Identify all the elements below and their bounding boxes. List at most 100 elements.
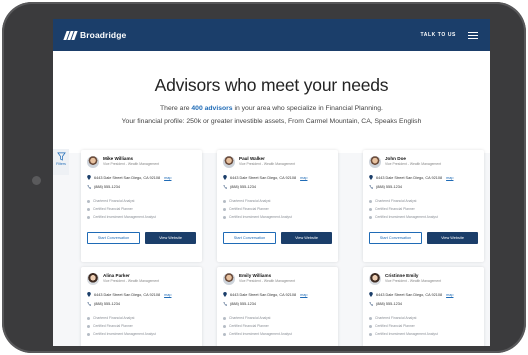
advisor-address: 6443 Dale Street San Diego, CA 92108 map xyxy=(369,175,453,180)
location-pin-icon xyxy=(223,292,227,297)
bullet-icon xyxy=(223,199,226,203)
qualifications-list: Chartered Financial Analyst Certified Fi… xyxy=(369,197,438,221)
qualifications-list: Chartered Financial Analyst Certified Fi… xyxy=(223,197,292,221)
bullet-icon xyxy=(87,215,90,219)
bullet-icon xyxy=(369,332,372,336)
qualification-text: Certified Investment Management Analyst xyxy=(375,215,438,219)
map-link[interactable]: map xyxy=(446,176,453,180)
start-conversation-button[interactable]: Start Conversation xyxy=(369,232,422,244)
map-link[interactable]: map xyxy=(300,176,307,180)
bullet-icon xyxy=(369,316,372,320)
qualifications-list: Chartered Financial Analyst Certified Fi… xyxy=(87,197,156,221)
start-conversation-button[interactable]: Start Conversation xyxy=(223,232,276,244)
home-button[interactable] xyxy=(32,176,41,185)
phone-text[interactable]: (888) 555-1234 xyxy=(94,302,120,306)
advisor-address: 6443 Dale Street San Diego, CA 92108 map xyxy=(369,292,453,297)
results-summary-suffix: in your area who specialize in Financial… xyxy=(232,105,383,112)
map-link[interactable]: map xyxy=(300,293,307,297)
qualification-text: Certified Investment Management Analyst xyxy=(229,215,292,219)
advisor-name[interactable]: Alina Parker xyxy=(103,273,130,278)
start-conversation-button[interactable]: Start Conversation xyxy=(87,232,140,244)
bullet-icon xyxy=(87,316,90,320)
talk-to-us-link[interactable]: TALK TO US xyxy=(420,32,456,38)
qualification-text: Chartered Financial Analyst xyxy=(375,199,417,203)
phone-text[interactable]: (888) 555-1234 xyxy=(376,302,402,306)
bullet-icon xyxy=(369,324,372,328)
location-pin-icon xyxy=(87,175,91,180)
avatar xyxy=(369,156,381,168)
advisor-phone: (888) 555-1234 xyxy=(87,302,120,306)
advisor-title: Vice President - Wealth Management xyxy=(239,162,296,166)
advisor-card: Paul Walker Vice President - Wealth Mana… xyxy=(217,150,338,262)
address-text: 6443 Dale Street San Diego, CA 92108 xyxy=(376,292,443,297)
qualification-item: Chartered Financial Analyst xyxy=(87,314,156,322)
advisor-address: 6443 Dale Street San Diego, CA 92108 map xyxy=(223,175,307,180)
map-link[interactable]: map xyxy=(164,176,171,180)
qualification-text: Chartered Financial Analyst xyxy=(375,316,417,320)
hamburger-menu-icon[interactable] xyxy=(468,31,478,39)
avatar xyxy=(87,156,99,168)
qualification-item: Chartered Financial Analyst xyxy=(87,197,156,205)
view-website-button[interactable]: View Website xyxy=(145,232,196,244)
phone-text[interactable]: (888) 555-1234 xyxy=(230,185,256,189)
avatar xyxy=(223,156,235,168)
bullet-icon xyxy=(369,207,372,211)
view-website-button[interactable]: View Website xyxy=(427,232,478,244)
advisor-title: Vice President - Wealth Management xyxy=(385,279,442,283)
card-actions: Start Conversation View Website xyxy=(369,232,478,244)
advisor-card: Alina Parker Vice President - Wealth Man… xyxy=(81,267,202,346)
qualification-text: Certified Financial Planner xyxy=(93,324,133,328)
address-text: 6443 Dale Street San Diego, CA 92108 xyxy=(230,292,297,297)
address-text: 6443 Dale Street San Diego, CA 92108 xyxy=(230,175,297,180)
bullet-icon xyxy=(223,332,226,336)
advisor-title: Vice President - Wealth Management xyxy=(239,279,296,283)
qualification-text: Certified Investment Management Analyst xyxy=(229,332,292,336)
qualification-item: Certified Financial Planner xyxy=(87,322,156,330)
map-link[interactable]: map xyxy=(446,293,453,297)
qualification-item: Certified Financial Planner xyxy=(223,322,292,330)
advisor-title: Vice President - Wealth Management xyxy=(103,162,160,166)
phone-icon xyxy=(369,185,373,189)
tablet-frame: Broadridge TALK TO US Advisors who meet … xyxy=(2,2,526,353)
location-pin-icon xyxy=(369,292,373,297)
card-actions: Start Conversation View Website xyxy=(87,232,196,244)
phone-icon xyxy=(87,302,91,306)
qualifications-list: Chartered Financial Analyst Certified Fi… xyxy=(87,314,156,338)
qualification-text: Certified Investment Management Analyst xyxy=(93,332,156,336)
advisor-name[interactable]: Cristinne Emily xyxy=(385,273,418,278)
qualification-item: Certified Financial Planner xyxy=(223,205,292,213)
phone-icon xyxy=(369,302,373,306)
funnel-icon xyxy=(56,152,66,161)
map-link[interactable]: map xyxy=(164,293,171,297)
filters-toggle[interactable]: Filters xyxy=(53,149,69,175)
qualification-item: Certified Investment Management Analyst xyxy=(87,330,156,338)
advisor-name[interactable]: Mike Williams xyxy=(103,156,133,161)
bullet-icon xyxy=(87,324,90,328)
advisor-phone: (888) 555-1234 xyxy=(87,185,120,189)
advisor-name[interactable]: Paul Walker xyxy=(239,156,265,161)
view-website-button[interactable]: View Website xyxy=(281,232,332,244)
avatar xyxy=(223,273,235,285)
bullet-icon xyxy=(87,207,90,211)
qualification-item: Chartered Financial Analyst xyxy=(223,197,292,205)
advisor-phone: (888) 555-1234 xyxy=(223,302,256,306)
qualification-text: Certified Financial Planner xyxy=(375,324,415,328)
advisor-name[interactable]: Emily Williams xyxy=(239,273,271,278)
qualification-item: Certified Investment Management Analyst xyxy=(223,213,292,221)
phone-text[interactable]: (888) 555-1234 xyxy=(376,185,402,189)
advisor-name[interactable]: John Doe xyxy=(385,156,406,161)
advisor-title: Vice President - Wealth Management xyxy=(103,279,160,283)
location-pin-icon xyxy=(87,292,91,297)
qualification-item: Certified Investment Management Analyst xyxy=(87,213,156,221)
qualifications-list: Chartered Financial Analyst Certified Fi… xyxy=(223,314,292,338)
broadridge-logo-icon xyxy=(63,30,78,40)
advisor-title: Vice President - Wealth Management xyxy=(385,162,442,166)
qualification-text: Certified Financial Planner xyxy=(93,207,133,211)
qualification-text: Certified Financial Planner xyxy=(229,207,269,211)
phone-text[interactable]: (888) 555-1234 xyxy=(94,185,120,189)
card-actions: Start Conversation View Website xyxy=(223,232,332,244)
brand-logo[interactable]: Broadridge xyxy=(63,30,126,40)
location-pin-icon xyxy=(223,175,227,180)
advisor-phone: (888) 555-1234 xyxy=(369,302,402,306)
phone-text[interactable]: (888) 555-1234 xyxy=(230,302,256,306)
